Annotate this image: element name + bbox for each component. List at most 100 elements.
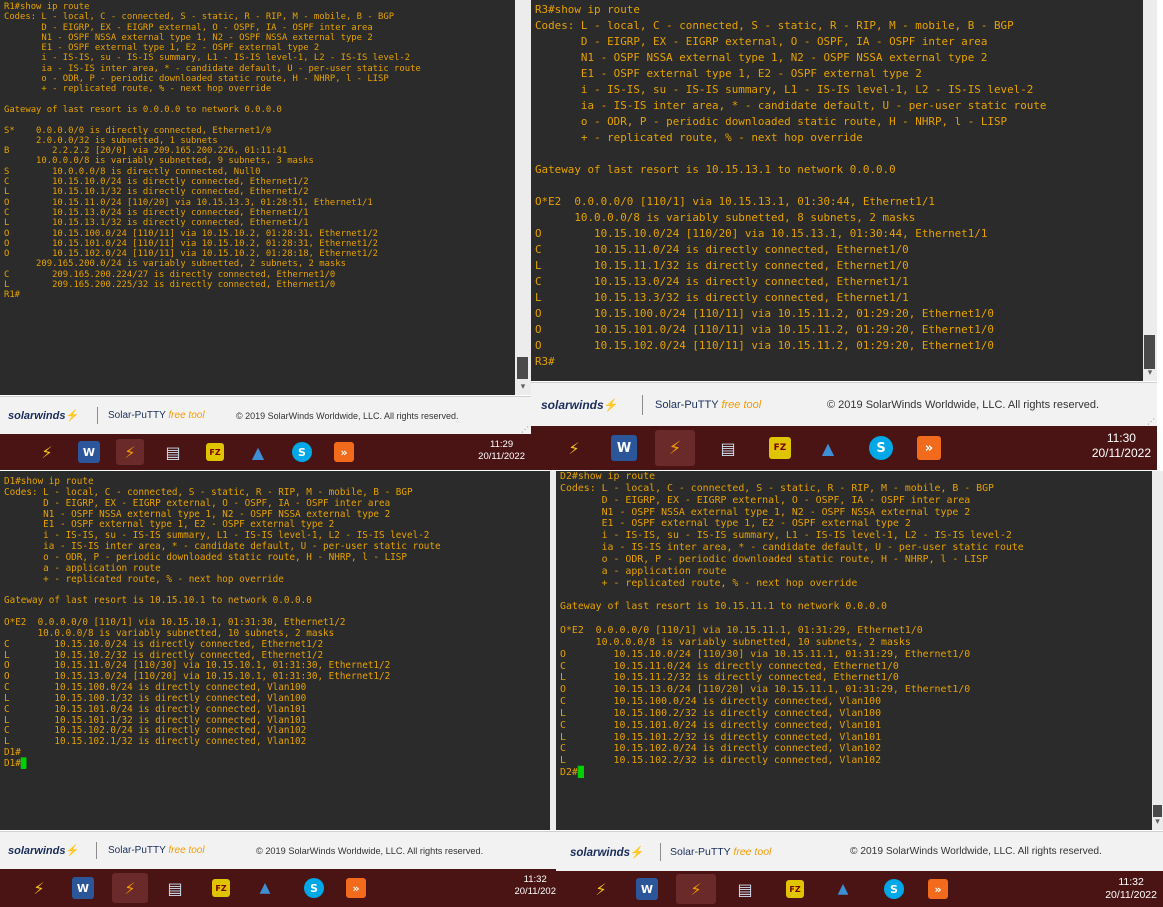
divider bbox=[97, 407, 98, 424]
skype-icon[interactable]: S bbox=[869, 436, 893, 460]
app-icon[interactable]: » bbox=[917, 436, 941, 460]
free-tool-label: free tool bbox=[168, 845, 205, 856]
terminal-cursor: █ bbox=[577, 767, 584, 779]
word-icon[interactable]: W bbox=[72, 877, 94, 899]
product-name: Solar-PuTTY bbox=[108, 410, 166, 421]
clock-date: 20/11/2022 bbox=[1105, 889, 1157, 902]
clock-time: 11:30 bbox=[1106, 431, 1136, 445]
network-icon[interactable]: ▲ bbox=[245, 441, 271, 463]
app-icon[interactable]: » bbox=[346, 878, 366, 898]
product-label: Solar-PuTTY free tool bbox=[655, 399, 761, 411]
file-manager-icon[interactable]: ▤ bbox=[734, 878, 756, 900]
terminal-window-r3: R3#show ip route Codes: L - local, C - c… bbox=[531, 0, 1157, 470]
terminal-output[interactable]: D2#show ip route Codes: L - local, C - c… bbox=[556, 471, 1152, 830]
resize-grip-icon[interactable]: ⋰ bbox=[1147, 417, 1155, 426]
clock-date: 20/11/202 bbox=[514, 885, 556, 897]
clock[interactable]: 11:30 20/11/2022 bbox=[1092, 431, 1151, 461]
network-icon[interactable]: ▲ bbox=[830, 878, 856, 900]
scrollbar-thumb[interactable] bbox=[517, 357, 528, 379]
copyright-text: © 2019 SolarWinds Worldwide, LLC. All ri… bbox=[850, 846, 1102, 857]
skype-icon[interactable]: S bbox=[292, 442, 312, 462]
divider bbox=[660, 843, 661, 861]
free-tool-label: free tool bbox=[721, 399, 762, 411]
filezilla-icon[interactable]: FZ bbox=[212, 879, 230, 897]
terminal-window-r1: R1#show ip route Codes: L - local, C - c… bbox=[0, 0, 531, 470]
terminal-output[interactable]: D1#show ip route Codes: L - local, C - c… bbox=[0, 471, 550, 830]
clock-time: 11:32 bbox=[1118, 876, 1144, 888]
terminal-output[interactable]: R1#show ip route Codes: L - local, C - c… bbox=[0, 0, 515, 395]
putty-icon[interactable]: ⚡ bbox=[561, 435, 587, 461]
terminal-text: D2#show ip route Codes: L - local, C - c… bbox=[560, 471, 1024, 779]
solar-putty-footer: solarwinds⚡ Solar-PuTTY free tool © 2019… bbox=[531, 382, 1157, 427]
taskbar: ⚡ W ⚡ ▤ FZ ▲ S » 11:30 20/11/2022 bbox=[531, 426, 1157, 470]
word-icon[interactable]: W bbox=[611, 435, 637, 461]
divider bbox=[642, 395, 643, 415]
solarwinds-mark-icon: ⚡ bbox=[65, 845, 80, 857]
product-label: Solar-PuTTY free tool bbox=[670, 846, 771, 858]
network-icon[interactable]: ▲ bbox=[252, 877, 278, 899]
taskbar: ⚡ W ⚡ ▤ FZ ▲ S » 11:32 20/11/2022 bbox=[556, 871, 1163, 907]
brand-text: solarwinds bbox=[8, 845, 66, 857]
scrollbar-thumb[interactable] bbox=[1144, 335, 1155, 369]
terminal-output[interactable]: R3#show ip route Codes: L - local, C - c… bbox=[531, 0, 1143, 381]
scrollbar-thumb[interactable] bbox=[1153, 805, 1162, 817]
solarwinds-mark-icon: ⚡ bbox=[603, 398, 619, 412]
terminal-window-d1: D1#show ip route Codes: L - local, C - c… bbox=[0, 471, 556, 907]
solar-putty-icon[interactable]: ⚡ bbox=[112, 873, 148, 903]
file-manager-icon[interactable]: ▤ bbox=[715, 435, 741, 461]
app-icon[interactable]: » bbox=[928, 879, 948, 899]
putty-icon[interactable]: ⚡ bbox=[28, 877, 50, 899]
scrollbar[interactable]: ▾ bbox=[515, 0, 531, 395]
terminal-window-d2: D2#show ip route Codes: L - local, C - c… bbox=[556, 471, 1163, 907]
file-manager-icon[interactable]: ▤ bbox=[164, 877, 186, 899]
product-name: Solar-PuTTY bbox=[655, 399, 719, 411]
scrollbar[interactable]: ▾ bbox=[1143, 0, 1157, 381]
network-icon[interactable]: ▲ bbox=[813, 435, 843, 461]
clock[interactable]: 11:29 20/11/2022 bbox=[478, 439, 525, 463]
taskbar: ⚡ W ⚡ ▤ FZ ▲ S » 11:32 20/11/202 bbox=[0, 869, 556, 907]
word-icon[interactable]: W bbox=[78, 441, 100, 463]
free-tool-label: free tool bbox=[733, 846, 772, 858]
copyright-text: © 2019 SolarWinds Worldwide, LLC. All ri… bbox=[827, 399, 1100, 411]
copyright-text: © 2019 SolarWinds Worldwide, LLC. All ri… bbox=[236, 411, 459, 421]
filezilla-icon[interactable]: FZ bbox=[786, 880, 804, 898]
terminal-text: R3#show ip route Codes: L - local, C - c… bbox=[535, 3, 1047, 368]
putty-icon[interactable]: ⚡ bbox=[590, 878, 612, 900]
terminal-cursor: █ bbox=[20, 757, 27, 769]
divider bbox=[96, 842, 97, 859]
putty-icon[interactable]: ⚡ bbox=[36, 441, 58, 463]
scrollbar[interactable]: ▾ bbox=[1152, 471, 1163, 830]
word-icon[interactable]: W bbox=[636, 878, 658, 900]
solarwinds-logo: solarwinds⚡ bbox=[541, 398, 619, 412]
solar-putty-icon[interactable]: ⚡ bbox=[655, 430, 695, 466]
skype-icon[interactable]: S bbox=[304, 878, 324, 898]
product-name: Solar-PuTTY bbox=[670, 846, 731, 858]
clock-time: 11:29 bbox=[490, 439, 514, 450]
filezilla-icon[interactable]: FZ bbox=[769, 437, 791, 459]
clock-time: 11:32 bbox=[523, 874, 547, 885]
clock[interactable]: 11:32 20/11/2022 bbox=[1105, 876, 1157, 902]
resize-grip-icon[interactable]: ⋰ bbox=[521, 425, 529, 434]
solarwinds-logo: solarwinds⚡ bbox=[570, 845, 644, 859]
copyright-text: © 2019 SolarWinds Worldwide, LLC. All ri… bbox=[256, 846, 484, 856]
solar-putty-icon[interactable]: ⚡ bbox=[116, 439, 144, 465]
app-icon[interactable]: » bbox=[334, 442, 354, 462]
scroll-down-icon[interactable]: ▾ bbox=[1152, 817, 1163, 827]
file-manager-icon[interactable]: ▤ bbox=[162, 441, 184, 463]
taskbar: ⚡ W ⚡ ▤ FZ ▲ S » 11:29 20/11/2022 bbox=[0, 434, 531, 470]
solarwinds-mark-icon: ⚡ bbox=[65, 410, 80, 422]
brand-text: solarwinds bbox=[541, 398, 604, 412]
skype-icon[interactable]: S bbox=[884, 879, 904, 899]
terminal-text: R1#show ip route Codes: L - local, C - c… bbox=[4, 2, 421, 301]
clock[interactable]: 11:32 20/11/202 bbox=[514, 874, 556, 898]
clock-date: 20/11/2022 bbox=[478, 450, 525, 462]
free-tool-label: free tool bbox=[168, 410, 205, 421]
filezilla-icon[interactable]: FZ bbox=[206, 443, 224, 461]
solarwinds-mark-icon: ⚡ bbox=[630, 847, 645, 859]
scroll-down-icon[interactable]: ▾ bbox=[1143, 368, 1157, 378]
solar-putty-icon[interactable]: ⚡ bbox=[676, 874, 716, 904]
solar-putty-footer: solarwinds⚡ Solar-PuTTY free tool © 2019… bbox=[0, 396, 531, 435]
solar-putty-footer: solarwinds⚡ Solar-PuTTY free tool © 2019… bbox=[0, 831, 556, 870]
scroll-down-icon[interactable]: ▾ bbox=[515, 382, 531, 392]
solarwinds-logo: solarwinds⚡ bbox=[8, 844, 79, 857]
